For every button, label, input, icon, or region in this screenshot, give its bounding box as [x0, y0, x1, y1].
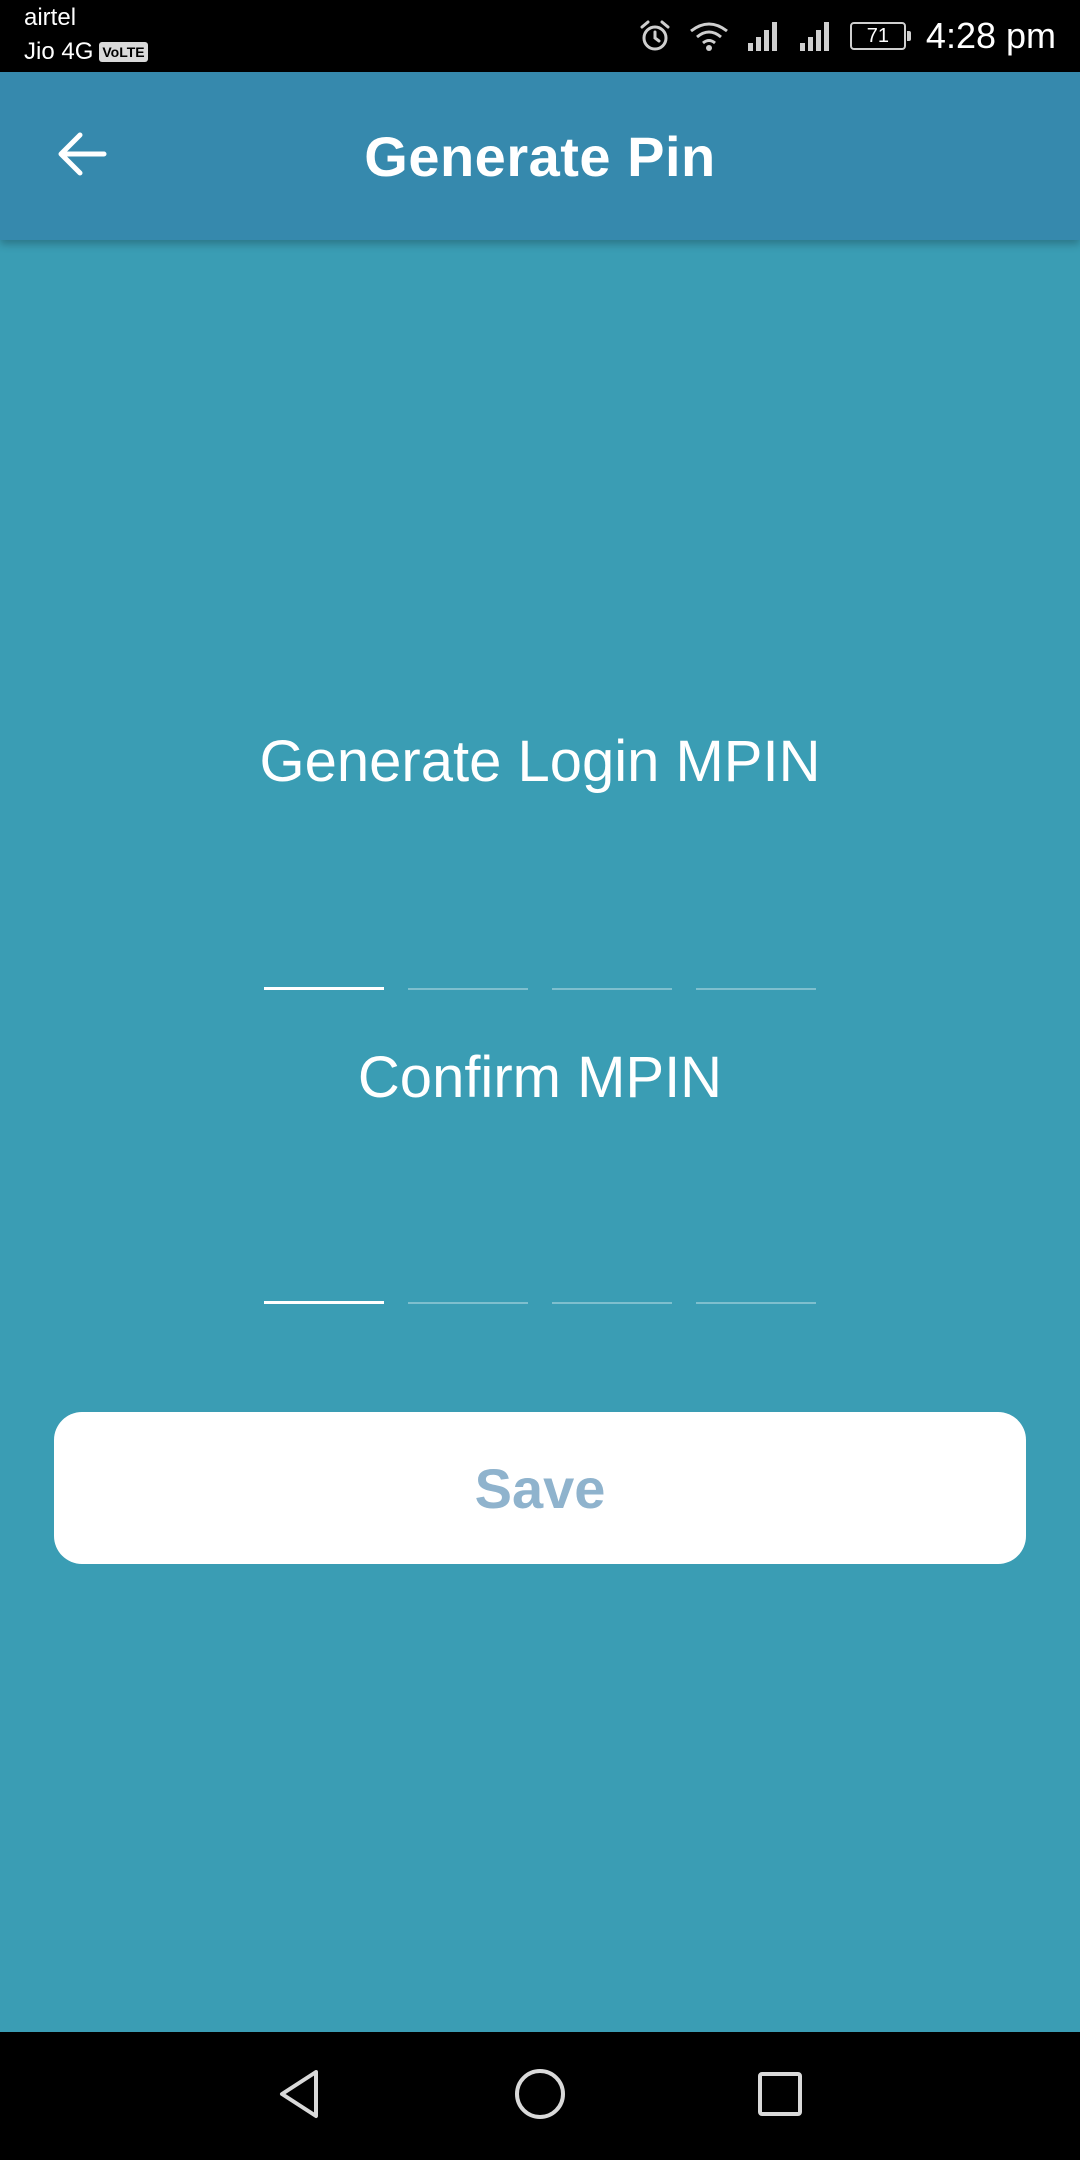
signal-icon: [746, 19, 782, 53]
carrier-secondary: Jio 4G: [24, 38, 94, 65]
volte-badge: VoLTE: [99, 42, 148, 62]
app-bar: Generate Pin: [0, 72, 1080, 240]
confirm-mpin-label: Confirm MPIN: [357, 1045, 723, 1110]
circle-home-icon: [512, 2066, 568, 2127]
generate-pin-digit-3[interactable]: [552, 950, 672, 990]
generate-mpin-input: [264, 950, 816, 990]
nav-recents-button[interactable]: [740, 2056, 820, 2136]
page-title: Generate Pin: [364, 125, 716, 188]
square-recents-icon: [752, 2066, 808, 2127]
save-button[interactable]: Save: [54, 1412, 1026, 1564]
battery-level: 71: [866, 24, 890, 47]
generate-mpin-label: Generate Login MPIN: [259, 729, 821, 794]
status-bar: airtel Jio 4G VoLTE 71 4:28 pm: [0, 0, 1080, 72]
generate-pin-digit-4[interactable]: [696, 950, 816, 990]
confirm-pin-digit-4[interactable]: [696, 1264, 816, 1304]
wifi-icon: [688, 19, 730, 53]
triangle-back-icon: [272, 2066, 328, 2127]
status-time: 4:28 pm: [925, 15, 1056, 56]
system-nav-bar: [0, 2032, 1080, 2160]
confirm-pin-digit-2[interactable]: [408, 1264, 528, 1304]
confirm-pin-digit-1[interactable]: [264, 1264, 384, 1304]
status-icons: 71 4:28 pm: [638, 8, 1056, 64]
battery-icon: 71: [849, 22, 911, 50]
generate-pin-digit-1[interactable]: [264, 950, 384, 990]
confirm-mpin-input: [264, 1264, 816, 1304]
signal-icon: [798, 19, 834, 53]
nav-home-button[interactable]: [500, 2056, 580, 2136]
confirm-pin-digit-3[interactable]: [552, 1264, 672, 1304]
alarm-icon: [638, 19, 672, 53]
generate-pin-digit-2[interactable]: [408, 950, 528, 990]
carrier-primary: airtel: [24, 4, 77, 31]
carrier-secondary-row: Jio 4G VoLTE: [24, 38, 148, 66]
nav-back-button[interactable]: [260, 2056, 340, 2136]
